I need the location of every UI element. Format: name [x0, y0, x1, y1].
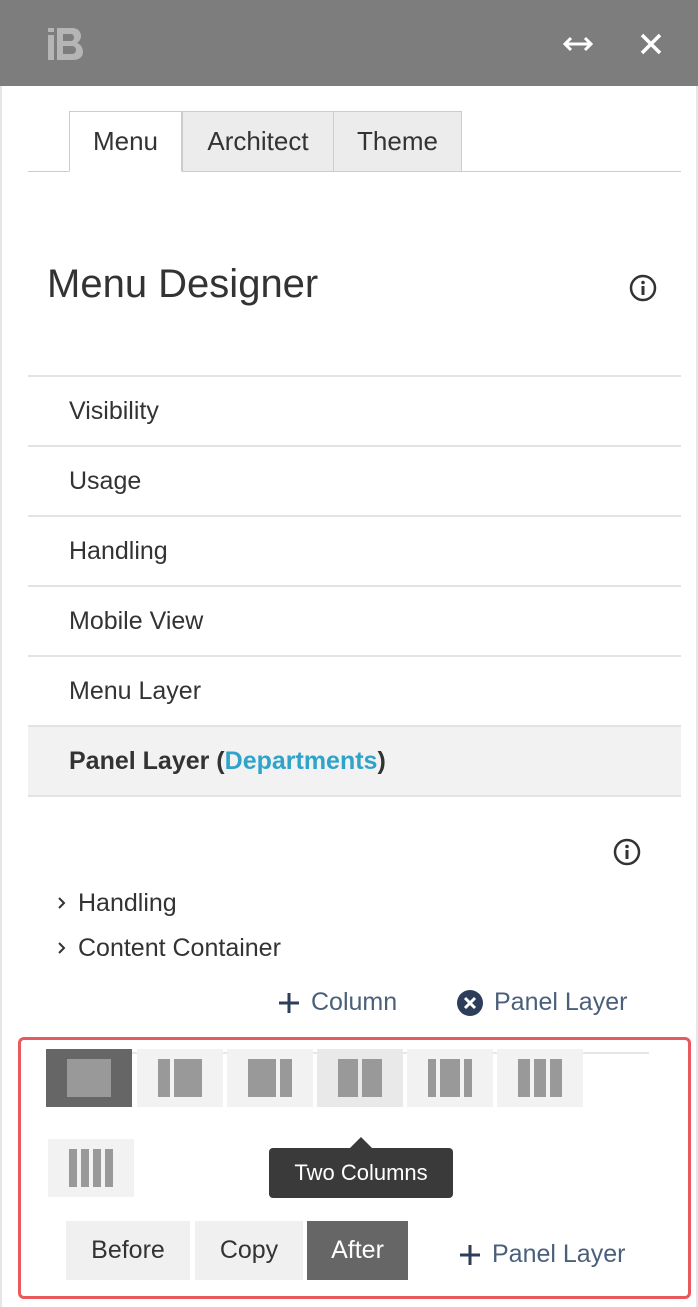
panel-layer-label-suffix: ) — [377, 746, 386, 775]
info-icon[interactable] — [628, 273, 658, 303]
tooltip-arrow — [350, 1137, 372, 1148]
copy-button[interactable]: Copy — [195, 1221, 303, 1280]
plus-icon — [460, 1244, 480, 1265]
layout-four-columns-button[interactable] — [48, 1139, 134, 1197]
remove-panel-layer-button[interactable]: Panel Layer — [456, 988, 627, 1017]
tree-item-handling[interactable]: Handling — [56, 889, 177, 918]
info-icon-panel[interactable] — [612, 837, 642, 867]
layout-one-column-button[interactable] — [46, 1049, 132, 1107]
layout-two-columns-button[interactable] — [317, 1049, 403, 1107]
add-column-label: Column — [311, 988, 398, 1016]
list-item-usage[interactable]: Usage — [28, 447, 681, 517]
after-button[interactable]: After — [307, 1221, 408, 1280]
remove-panel-layer-label: Panel Layer — [494, 988, 628, 1016]
tree-item-label: Content Container — [78, 934, 281, 962]
panel-layer-label-prefix: Panel Layer ( — [69, 746, 225, 775]
chevron-right-icon — [56, 889, 70, 918]
chevron-right-icon — [56, 934, 70, 963]
before-button[interactable]: Before — [66, 1221, 190, 1280]
two-columns-icon — [338, 1059, 382, 1097]
list-item-visibility[interactable]: Visibility — [28, 377, 681, 447]
tab-theme[interactable]: Theme — [333, 111, 462, 172]
add-panel-layer-label: Panel Layer — [492, 1240, 626, 1268]
departments-link[interactable]: Departments — [225, 747, 378, 776]
page-title: Menu Designer — [47, 262, 319, 306]
layout-narrow-wide-button[interactable] — [137, 1049, 223, 1107]
one-column-icon — [67, 1059, 111, 1097]
tooltip: Two Columns — [269, 1148, 453, 1198]
add-panel-layer-button[interactable]: Panel Layer — [458, 1240, 625, 1269]
plus-icon — [279, 992, 299, 1013]
layout-three-columns-button[interactable] — [497, 1049, 583, 1107]
panel-left-border — [0, 86, 2, 1307]
ib-logo-icon — [46, 24, 86, 64]
tab-architect[interactable]: Architect — [182, 111, 334, 172]
narrow-wide-columns-icon — [158, 1059, 202, 1097]
three-columns-wide-center-icon — [428, 1059, 472, 1097]
wide-narrow-columns-icon — [248, 1059, 292, 1097]
four-columns-icon — [69, 1149, 113, 1187]
tab-menu[interactable]: Menu — [69, 111, 182, 172]
layout-wide-narrow-button[interactable] — [227, 1049, 313, 1107]
list-item-panel-layer[interactable]: Panel Layer (Departments) — [28, 727, 681, 797]
settings-list: Visibility Usage Handling Mobile View Me… — [28, 375, 681, 797]
title-bar — [0, 0, 698, 86]
remove-circle-icon — [457, 989, 483, 1016]
horizontal-arrows-icon[interactable] — [556, 22, 600, 66]
tree-item-content-container[interactable]: Content Container — [56, 934, 281, 963]
tree-item-label: Handling — [78, 889, 177, 917]
list-item-mobile-view[interactable]: Mobile View — [28, 587, 681, 657]
list-item-menu-layer[interactable]: Menu Layer — [28, 657, 681, 727]
list-item-handling[interactable]: Handling — [28, 517, 681, 587]
add-column-button[interactable]: Column — [277, 988, 397, 1017]
layout-three-columns-center-button[interactable] — [407, 1049, 493, 1107]
three-columns-icon — [518, 1059, 562, 1097]
close-icon[interactable] — [629, 22, 673, 66]
